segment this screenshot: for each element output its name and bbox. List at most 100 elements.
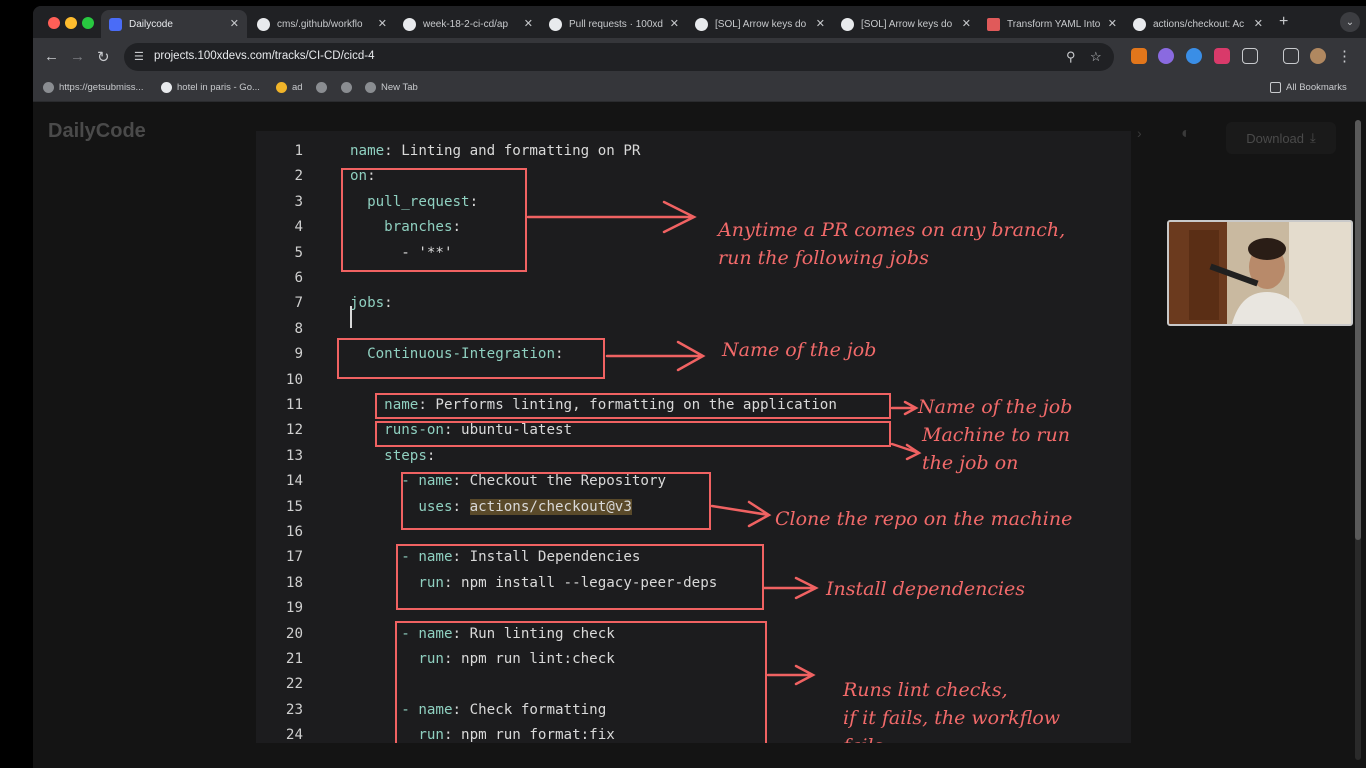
github-icon xyxy=(1133,17,1146,31)
back-arrow-icon[interactable]: ← xyxy=(44,48,59,65)
web-icon xyxy=(43,82,54,93)
annotation-line: the job on xyxy=(922,452,1019,474)
bookmark-item[interactable]: New Tab xyxy=(365,82,418,93)
presenter-video xyxy=(1169,222,1351,324)
tab-title: week-18-2-ci-cd/ap xyxy=(423,18,509,30)
close-window-button[interactable] xyxy=(48,17,60,29)
tab-close-icon[interactable]: ✕ xyxy=(816,17,825,30)
bookmark-item[interactable] xyxy=(341,82,357,93)
tab-title: Transform YAML Into xyxy=(1007,18,1101,30)
tab-title: cms/.github/workflo xyxy=(277,18,363,30)
web-icon xyxy=(341,82,352,93)
tab-title: Pull requests · 100xd xyxy=(569,18,663,30)
site-info-icon[interactable]: ☰ xyxy=(134,50,144,63)
tab-transform-yaml[interactable]: Transform YAML Into ✕ xyxy=(979,10,1125,38)
url-text: projects.100xdevs.com/tracks/CI-CD/cicd-… xyxy=(154,50,375,62)
annotation-install: Install dependencies xyxy=(826,578,1026,600)
annotation-line: run the following jobs xyxy=(718,247,929,269)
address-bar[interactable]: ☰ projects.100xdevs.com/tracks/CI-CD/cic… xyxy=(124,43,1114,71)
bookmark-label: New Tab xyxy=(381,82,418,93)
tab-close-icon[interactable]: ✕ xyxy=(962,17,971,30)
tab-title: Dailycode xyxy=(129,18,173,30)
tab-close-icon[interactable]: ✕ xyxy=(1108,17,1117,30)
metamask-extension-icon[interactable] xyxy=(1131,48,1147,64)
github-icon xyxy=(403,17,416,31)
minimize-window-button[interactable] xyxy=(65,17,77,29)
zoom-icon[interactable]: ⚲ xyxy=(1066,49,1076,65)
side-panel-icon[interactable] xyxy=(1283,48,1299,64)
annotation-machine: Machine to run the job on xyxy=(922,421,1070,477)
browser-menu-icon[interactable]: ⋮ xyxy=(1337,47,1352,65)
download-button[interactable]: Download ⤓ xyxy=(1226,122,1336,154)
all-bookmarks-label: All Bookmarks xyxy=(1286,82,1347,93)
bookmark-item[interactable]: ad xyxy=(276,82,303,93)
bookmark-item[interactable] xyxy=(316,82,332,93)
bookmark-label: ad xyxy=(292,82,303,93)
extension-icon[interactable] xyxy=(1158,48,1174,64)
scrollbar-thumb[interactable] xyxy=(1355,120,1361,540)
tab-search-chevron-icon[interactable]: ⌄ xyxy=(1340,12,1360,32)
tab-close-icon[interactable]: ✕ xyxy=(1254,17,1263,30)
tab-arrow-keys-2[interactable]: [SOL] Arrow keys do ✕ xyxy=(833,10,979,38)
bookmark-star-icon[interactable]: ☆ xyxy=(1090,49,1102,65)
extensions-puzzle-icon[interactable] xyxy=(1242,48,1258,64)
web-icon xyxy=(365,82,376,93)
tab-title: [SOL] Arrow keys do xyxy=(861,18,953,30)
annotation-line: if it fails, the workflow xyxy=(843,707,1061,729)
web-icon xyxy=(695,17,708,31)
profile-avatar[interactable] xyxy=(1310,48,1326,64)
all-bookmarks[interactable]: All Bookmarks xyxy=(1270,82,1347,93)
tab-close-icon[interactable]: ✕ xyxy=(378,17,387,30)
new-tab-button[interactable]: + xyxy=(1279,13,1288,31)
tab-bar: Dailycode ✕ cms/.github/workflo ✕ week-1… xyxy=(33,6,1366,38)
annotation-job-name: Name of the job xyxy=(722,339,877,361)
annotation-clone: Clone the repo on the machine xyxy=(775,508,1073,530)
annotation-job-name-2: Name of the job xyxy=(918,396,1073,418)
google-icon xyxy=(161,82,172,93)
web-icon xyxy=(316,82,327,93)
webcam-overlay xyxy=(1167,220,1353,326)
scrollbar[interactable] xyxy=(1355,120,1361,760)
page-content: DailyCode › ◐ Download ⤓ 1 name: Linting … xyxy=(33,102,1366,768)
reload-icon[interactable]: ↻ xyxy=(97,48,110,66)
annotation-line: fails xyxy=(843,732,1060,743)
github-icon xyxy=(549,17,562,31)
maximize-window-button[interactable] xyxy=(82,17,94,29)
browser-toolbar: ← → ↻ ☰ projects.100xdevs.com/tracks/CI-… xyxy=(33,38,1366,76)
tab-close-icon[interactable]: ✕ xyxy=(524,17,533,30)
annotation-pr-trigger: Anytime a PR comes on any branch, run th… xyxy=(718,216,1065,272)
site-logo[interactable]: DailyCode xyxy=(48,120,146,143)
tab-week-18[interactable]: week-18-2-ci-cd/ap ✕ xyxy=(395,10,541,38)
browser-window: Dailycode ✕ cms/.github/workflo ✕ week-1… xyxy=(33,6,1366,768)
forward-arrow-icon[interactable]: → xyxy=(70,48,85,65)
annotation-line: Runs lint checks, xyxy=(843,679,1008,701)
tab-pull-requests[interactable]: Pull requests · 100xd ✕ xyxy=(541,10,687,38)
download-icon: ⤓ xyxy=(1310,130,1316,145)
transform-favicon-icon xyxy=(987,17,1000,31)
tab-title: [SOL] Arrow keys do xyxy=(715,18,807,30)
tab-dailycode[interactable]: Dailycode ✕ xyxy=(101,10,247,38)
theme-toggle-icon[interactable]: ◐ xyxy=(1181,125,1191,143)
bookmarks-bar: https://getsubmiss... hotel in paris - G… xyxy=(33,76,1366,102)
download-label: Download xyxy=(1246,130,1305,146)
tab-actions-checkout[interactable]: actions/checkout: Ac ✕ xyxy=(1125,10,1271,38)
tab-arrow-keys-1[interactable]: [SOL] Arrow keys do ✕ xyxy=(687,10,833,38)
extension-icon[interactable] xyxy=(1214,48,1230,64)
next-chevron-icon[interactable]: › xyxy=(1137,125,1142,141)
extension-icon[interactable] xyxy=(1186,48,1202,64)
tab-close-icon[interactable]: ✕ xyxy=(670,17,679,30)
tab-close-icon[interactable]: ✕ xyxy=(230,17,239,30)
bookmark-item[interactable]: hotel in paris - Go... xyxy=(161,82,260,93)
annotation-lint: Runs lint checks, if it fails, the workf… xyxy=(843,676,1060,743)
folder-icon xyxy=(1270,82,1281,93)
slide-image: 1 name: Linting and formatting on PR 2 on: 3… xyxy=(256,131,1131,743)
annotation-line: Anytime a PR comes on any branch, xyxy=(718,219,1066,241)
bookmark-label: https://getsubmiss... xyxy=(59,82,144,93)
annotation-line: Machine to run xyxy=(922,424,1070,446)
bookmark-label: hotel in paris - Go... xyxy=(177,82,260,93)
dailycode-favicon-icon xyxy=(109,17,122,31)
github-icon xyxy=(257,17,270,31)
bookmark-item[interactable]: https://getsubmiss... xyxy=(43,82,143,93)
web-icon xyxy=(841,17,854,31)
tab-github-workflow[interactable]: cms/.github/workflo ✕ xyxy=(249,10,395,38)
